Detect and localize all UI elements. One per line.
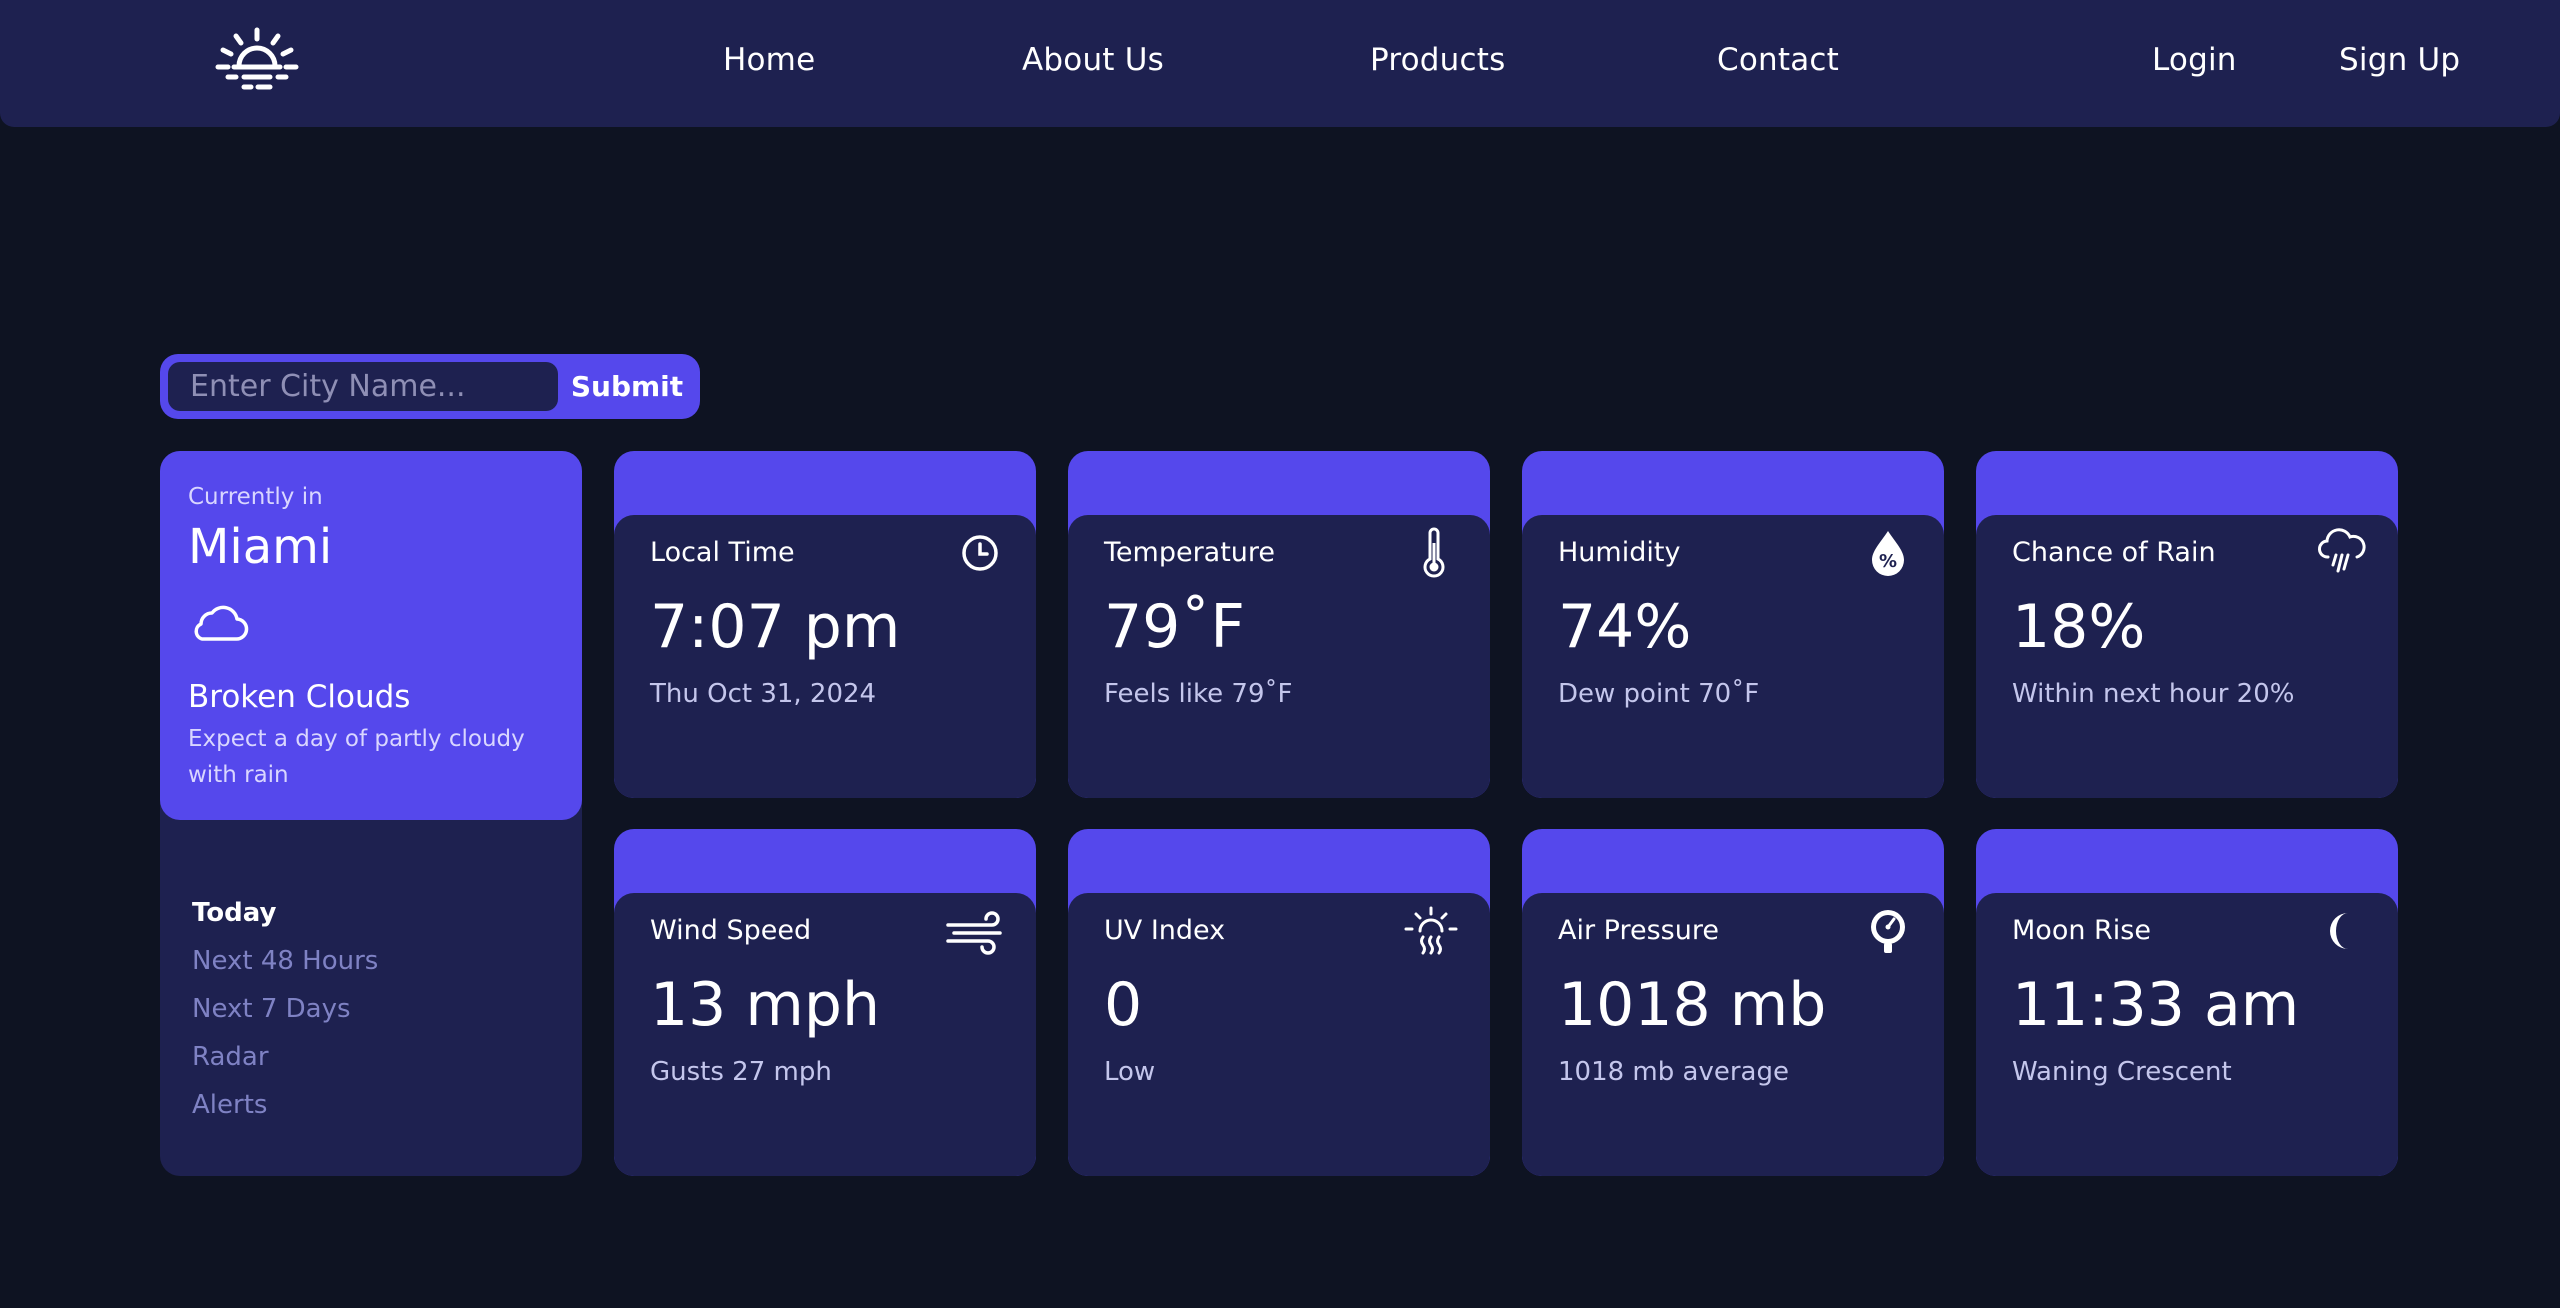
card-value: 74% xyxy=(1558,592,1692,662)
cloud-icon xyxy=(194,605,249,641)
currently-in-label: Currently in xyxy=(188,484,323,510)
moon-icon xyxy=(2330,913,2348,949)
card-value: 7:07 pm xyxy=(650,592,901,662)
login-link[interactable]: Login xyxy=(2152,42,2237,78)
card-value: 79˚F xyxy=(1104,592,1245,662)
card-value: 18% xyxy=(2012,592,2146,662)
card-subtext: Low xyxy=(1104,1057,1156,1087)
uv-sun-icon xyxy=(1404,906,1458,955)
location-panel: Currently in Miami Broken Clouds Expect … xyxy=(160,451,582,1176)
nav-about-link[interactable]: About Us xyxy=(1022,42,1164,78)
top-navbar: Home About Us Products Contact Login Sig… xyxy=(0,0,2560,127)
submit-button[interactable]: Submit xyxy=(562,362,692,411)
nav-home-link[interactable]: Home xyxy=(723,42,815,78)
weather-description: Expect a day of partly cloudy with rain xyxy=(188,726,525,788)
nav-contact-link[interactable]: Contact xyxy=(1717,42,1839,78)
card-label: Local Time xyxy=(650,537,795,568)
clock-icon xyxy=(962,535,998,571)
card-subtext: Feels like 79˚F xyxy=(1104,679,1293,709)
card-label: Air Pressure xyxy=(1558,915,1719,946)
card-label: Humidity xyxy=(1558,537,1681,568)
temperature-card: Temperature 79˚F Feels like 79˚F xyxy=(1068,451,1490,798)
forecast-tab-alerts[interactable]: Alerts xyxy=(192,1090,267,1120)
card-subtext: Within next hour 20% xyxy=(2012,679,2295,709)
card-subtext: Thu Oct 31, 2024 xyxy=(650,679,877,709)
wind-icon xyxy=(946,911,1002,955)
air-pressure-card: Air Pressure 1018 mb 1018 mb average xyxy=(1522,829,1944,1176)
humidity-card: Humidity % 74% Dew point 70˚F xyxy=(1522,451,1944,798)
local-time-card: Local Time 7:07 pm Thu Oct 31, 2024 xyxy=(614,451,1036,798)
card-label: Moon Rise xyxy=(2012,915,2151,946)
card-label: Temperature xyxy=(1104,537,1276,568)
nav-products-link[interactable]: Products xyxy=(1370,42,1505,78)
svg-text:%: % xyxy=(1879,551,1897,572)
weather-condition: Broken Clouds xyxy=(188,679,411,715)
card-value: 11:33 am xyxy=(2012,970,2300,1040)
forecast-tab-today[interactable]: Today xyxy=(192,898,276,928)
card-subtext: Gusts 27 mph xyxy=(650,1057,832,1087)
uv-index-card: UV Index 0 Low xyxy=(1068,829,1490,1176)
forecast-tab-radar[interactable]: Radar xyxy=(192,1042,269,1072)
card-subtext: Dew point 70˚F xyxy=(1558,679,1760,709)
card-value: 0 xyxy=(1104,970,1143,1040)
city-search-form: Submit xyxy=(160,354,700,419)
moon-rise-card: Moon Rise 11:33 am Waning Crescent xyxy=(1976,829,2398,1176)
city-name: Miami xyxy=(188,519,333,575)
card-value: 1018 mb xyxy=(1558,970,1827,1040)
city-search-input[interactable] xyxy=(168,362,558,411)
rain-cloud-icon xyxy=(2318,528,2366,573)
card-subtext: Waning Crescent xyxy=(2012,1057,2232,1087)
current-location-card: Currently in Miami Broken Clouds Expect … xyxy=(160,451,582,820)
card-value: 13 mph xyxy=(650,970,880,1040)
sunrise-icon[interactable] xyxy=(214,26,300,96)
forecast-tab-7-days[interactable]: Next 7 Days xyxy=(192,994,351,1024)
pressure-gauge-icon xyxy=(1871,910,1905,953)
forecast-tab-48-hours[interactable]: Next 48 Hours xyxy=(192,946,378,976)
thermometer-icon xyxy=(1423,527,1445,578)
card-subtext: 1018 mb average xyxy=(1558,1057,1789,1087)
card-label: Chance of Rain xyxy=(2012,537,2216,568)
wind-speed-card: Wind Speed 13 mph Gusts 27 mph xyxy=(614,829,1036,1176)
card-label: UV Index xyxy=(1104,915,1226,946)
humidity-drop-icon: % xyxy=(1872,531,1904,576)
card-label: Wind Speed xyxy=(650,915,812,946)
chance-of-rain-card: Chance of Rain 18% Within next hour 20% xyxy=(1976,451,2398,798)
signup-link[interactable]: Sign Up xyxy=(2339,42,2460,78)
